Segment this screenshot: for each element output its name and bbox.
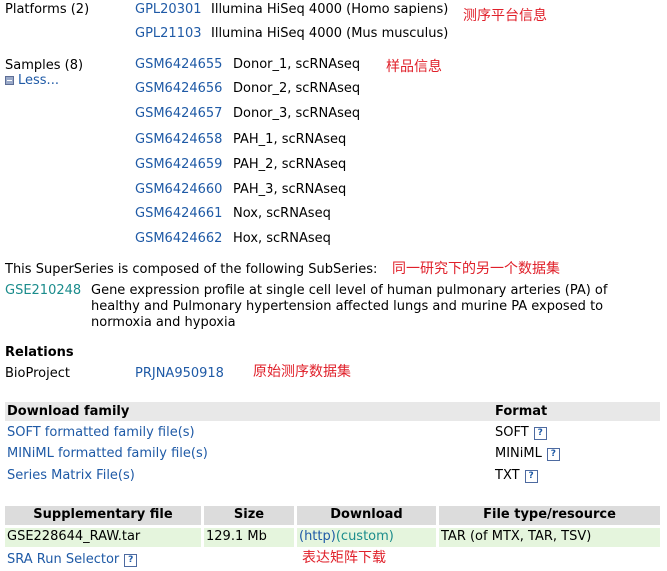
superseries-text: This SuperSeries is composed of the foll… xyxy=(5,262,378,277)
sample-desc: Donor_3, scRNAseq xyxy=(233,106,361,121)
sample-desc: Donor_1, scRNAseq xyxy=(233,57,361,72)
sample-desc: Hox, scRNAseq xyxy=(233,231,331,246)
platform-desc: Illumina HiSeq 4000 (Homo sapiens) xyxy=(211,2,449,17)
help-icon[interactable]: ? xyxy=(124,554,138,567)
help-icon[interactable]: ? xyxy=(546,448,560,461)
bioproject-label: BioProject xyxy=(5,366,70,381)
supp-type-header: File type/resource xyxy=(439,506,660,525)
supp-download-cell: (http)(custom) xyxy=(297,528,436,547)
sra-run-selector-link[interactable]: SRA Run Selector xyxy=(7,552,119,567)
supp-type-cell: TAR (of MTX, TAR, TSV) xyxy=(439,528,660,547)
relations-heading: Relations xyxy=(5,345,74,360)
series-matrix-link[interactable]: Series Matrix File(s) xyxy=(7,468,135,484)
platform-desc: Illumina HiSeq 4000 (Mus musculus) xyxy=(211,26,449,41)
supplementary-annotation: 表达矩阵下载 xyxy=(302,550,386,566)
format-header: Format xyxy=(495,404,548,419)
miniml-family-link[interactable]: MINiML formatted family file(s) xyxy=(7,446,208,462)
supp-file-header: Supplementary file xyxy=(5,506,201,525)
format-value: SOFT xyxy=(495,425,529,440)
supp-download-header: Download xyxy=(297,506,436,525)
platform-link-gpl20301[interactable]: GPL20301 xyxy=(135,2,202,18)
samples-annotation: 样品信息 xyxy=(386,59,442,75)
sample-link[interactable]: GSM6424656 xyxy=(135,81,222,97)
supp-size-cell: 129.1 Mb xyxy=(204,528,294,547)
sample-link[interactable]: GSM6424657 xyxy=(135,106,222,122)
soft-family-link[interactable]: SOFT formatted family file(s) xyxy=(7,425,195,441)
supp-size-header: Size xyxy=(204,506,294,525)
format-cell: TXT? xyxy=(495,468,538,484)
sample-link[interactable]: GSM6424659 xyxy=(135,157,222,173)
sample-link[interactable]: GSM6424662 xyxy=(135,231,222,247)
download-family-header: Download family xyxy=(7,404,130,419)
sample-link[interactable]: GSM6424661 xyxy=(135,206,222,222)
relations-annotation: 原始测序数据集 xyxy=(253,364,351,380)
less-toggle[interactable]: Less... xyxy=(5,73,59,89)
sample-link[interactable]: GSM6424655 xyxy=(135,57,222,73)
http-download-link[interactable]: (http) xyxy=(299,529,336,544)
superseries-annotation: 同一研究下的另一个数据集 xyxy=(392,261,560,277)
platform-link-gpl21103[interactable]: GPL21103 xyxy=(135,26,202,42)
subseries-desc: Gene expression profile at single cell l… xyxy=(91,283,608,330)
custom-download-link[interactable]: (custom) xyxy=(336,529,394,544)
help-icon[interactable]: ? xyxy=(533,427,547,440)
sample-desc: PAH_1, scRNAseq xyxy=(233,132,347,147)
bioproject-link[interactable]: PRJNA950918 xyxy=(135,366,224,382)
sample-desc: PAH_2, scRNAseq xyxy=(233,157,347,172)
sample-desc: PAH_3, scRNAseq xyxy=(233,182,347,197)
format-value: MINiML xyxy=(495,446,542,461)
format-cell: SOFT? xyxy=(495,425,547,441)
sra-run-selector-row: SRA Run Selector? xyxy=(7,552,138,568)
format-value: TXT xyxy=(495,468,520,483)
less-link[interactable]: Less... xyxy=(18,73,59,88)
supp-file-cell: GSE228644_RAW.tar xyxy=(5,528,201,547)
format-cell: MINiML? xyxy=(495,446,560,462)
samples-label: Samples (8) xyxy=(5,58,84,73)
help-icon[interactable]: ? xyxy=(524,470,538,483)
sample-link[interactable]: GSM6424660 xyxy=(135,182,222,198)
platforms-label: Platforms (2) xyxy=(5,2,90,17)
collapse-icon xyxy=(5,76,14,85)
sample-link[interactable]: GSM6424658 xyxy=(135,132,222,148)
sample-desc: Nox, scRNAseq xyxy=(233,206,331,221)
sample-desc: Donor_2, scRNAseq xyxy=(233,81,361,96)
platforms-annotation: 测序平台信息 xyxy=(463,8,547,24)
subseries-link[interactable]: GSE210248 xyxy=(5,283,81,299)
